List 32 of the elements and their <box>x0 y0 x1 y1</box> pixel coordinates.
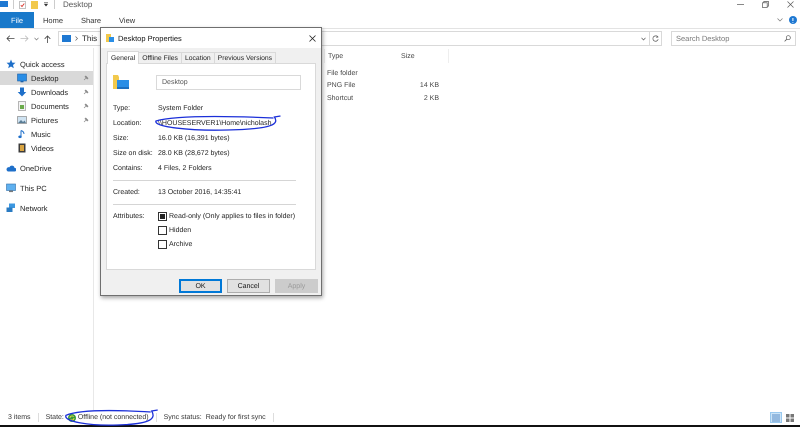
up-arrow-icon[interactable] <box>44 34 51 42</box>
document-icon <box>17 101 27 111</box>
sync-icon <box>68 414 76 422</box>
network-icon <box>6 203 16 213</box>
film-icon <box>17 143 27 153</box>
chevron-down-icon[interactable] <box>777 18 783 22</box>
details-view-button[interactable] <box>770 412 782 423</box>
notepad-icon[interactable] <box>19 0 26 8</box>
chevron-down-icon[interactable] <box>34 36 39 40</box>
close-icon[interactable] <box>787 1 794 8</box>
music-note-icon <box>17 129 27 139</box>
refresh-icon[interactable] <box>652 35 659 42</box>
checkbox[interactable] <box>158 212 167 220</box>
down-arrow-icon <box>17 87 27 97</box>
checkbox[interactable] <box>158 240 167 248</box>
chevron-down-icon[interactable] <box>641 36 646 40</box>
star-icon <box>6 59 16 69</box>
caret-icon[interactable] <box>43 2 49 8</box>
close-icon[interactable] <box>309 34 316 42</box>
tiles-view-button[interactable] <box>784 412 796 423</box>
breadcrumb[interactable]: This <box>82 34 98 43</box>
restore-icon[interactable] <box>762 1 769 8</box>
checkbox[interactable] <box>158 226 167 234</box>
minimize-icon[interactable] <box>737 1 744 8</box>
search-icon <box>784 35 791 42</box>
computer-icon <box>6 183 16 193</box>
chevron-right-icon <box>75 36 78 41</box>
window-title: Desktop <box>63 0 92 9</box>
picture-icon <box>17 115 27 125</box>
back-arrow-icon[interactable] <box>6 35 15 42</box>
help-icon[interactable] <box>789 16 797 24</box>
cloud-icon <box>6 163 16 173</box>
